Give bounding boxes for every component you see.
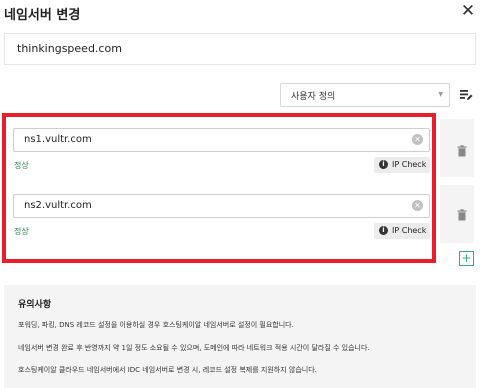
chevron-down-icon: ▼ [438, 91, 443, 98]
nameserver-mode-select[interactable]: 사용자 정의 ▼ [280, 83, 450, 107]
info-icon: i [379, 226, 388, 235]
edit-icon[interactable] [459, 88, 473, 102]
select-value: 사용자 정의 [291, 92, 336, 102]
nameserver-value: ns2.vultr.com [24, 200, 92, 211]
nameserver-row-1: ns1.vultr.com ✕ 정상 i IP Check [4, 119, 474, 177]
nameserver-input-2[interactable]: ns2.vultr.com ✕ [13, 194, 430, 218]
ip-check-button[interactable]: i IP Check [374, 223, 430, 239]
dialog-title: 네임서버 변경 [4, 8, 81, 23]
close-icon[interactable]: ✕ [459, 0, 477, 22]
notice-line: 네임서버 변경 완료 후 반영까지 약 1일 정도 소요될 수 있으며, 도메인… [18, 344, 370, 352]
notice-line: 호스팅케이알 클라우드 네임서버에서 IDC 네임서버로 변경 시, 레코드 설… [18, 366, 317, 374]
nameserver-input-1[interactable]: ns1.vultr.com ✕ [13, 128, 430, 152]
nameserver-value: ns1.vultr.com [24, 134, 92, 145]
domain-value: thinkingspeed.com [17, 42, 122, 55]
info-icon: i [379, 160, 388, 169]
nameserver-row-2: ns2.vultr.com ✕ 정상 i IP Check [4, 185, 474, 243]
add-nameserver-button[interactable]: + [459, 251, 474, 266]
plus-icon: + [461, 251, 472, 265]
ip-check-button[interactable]: i IP Check [374, 157, 430, 173]
status-text: 정상 [14, 227, 29, 236]
trash-icon[interactable] [457, 209, 467, 221]
domain-field: thinkingspeed.com [4, 33, 476, 65]
trash-icon[interactable] [457, 145, 467, 157]
ip-check-label: IP Check [392, 226, 427, 235]
notice-heading: 유의사항 [18, 300, 52, 310]
notice-panel: 유의사항 포워딩, 파킹, DNS 레코드 설정을 이용하실 경우 호스팅케이알… [4, 285, 476, 388]
ip-check-label: IP Check [392, 160, 427, 169]
clear-icon[interactable]: ✕ [412, 134, 423, 145]
status-text: 정상 [14, 161, 29, 170]
clear-icon[interactable]: ✕ [412, 200, 423, 211]
notice-line: 포워딩, 파킹, DNS 레코드 설정을 이용하실 경우 호스팅케이알 네임서버… [18, 321, 294, 329]
